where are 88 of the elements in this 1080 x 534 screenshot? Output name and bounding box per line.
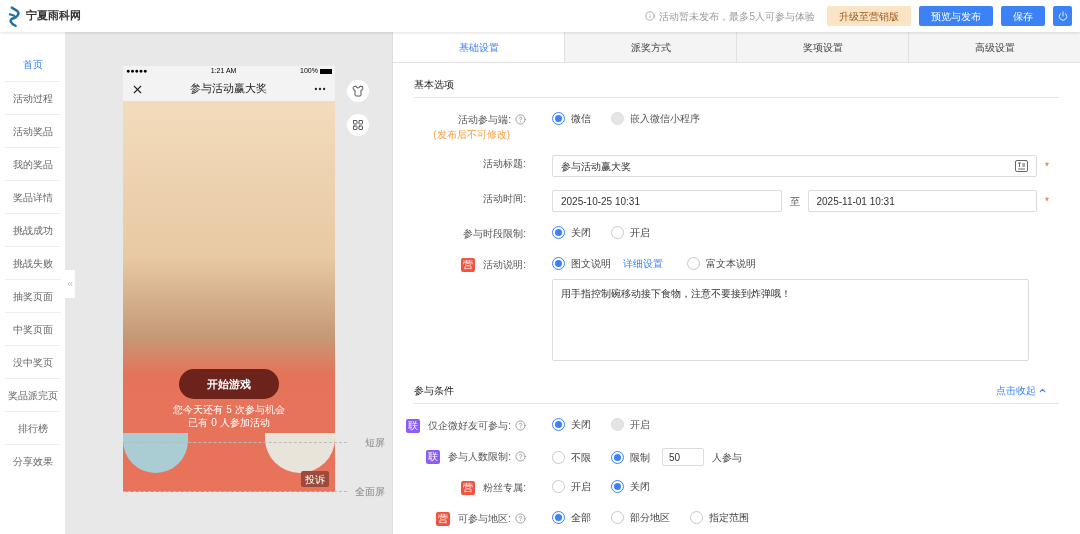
settings-tab[interactable]: 派奖方式 <box>564 32 736 62</box>
chances-text: 您今天还有 5 次参与机会 <box>172 403 286 417</box>
radio-option[interactable]: 关闭 <box>552 225 591 240</box>
bowl-drawing <box>265 433 335 473</box>
double-chevron-icon <box>66 280 74 288</box>
required-mark: * <box>1044 159 1050 174</box>
help-icon[interactable] <box>515 114 526 125</box>
logo-icon <box>8 5 22 27</box>
radio-option[interactable]: 限制 <box>611 449 650 465</box>
settings-tab[interactable]: 基础设置 <box>393 32 564 62</box>
field-label: 仅企微好友可参与: <box>428 419 511 433</box>
help-icon[interactable] <box>515 420 526 431</box>
radio-option[interactable]: 开启 <box>611 225 650 240</box>
end-date-input[interactable]: 2025-11-01 10:31 <box>807 190 1037 212</box>
text-format-icon[interactable] <box>1015 160 1028 172</box>
preview-title: 参与活动赢大奖 <box>190 81 267 97</box>
section-title: 参与条件 <box>414 384 454 398</box>
sidebar-item[interactable]: 排行榜 <box>4 411 61 444</box>
detail-settings-link[interactable]: 详细设置 <box>623 256 663 271</box>
badge-tag: 联 <box>426 449 441 464</box>
field-label: 活动时间: <box>483 192 526 206</box>
radio-option[interactable]: 微信 <box>552 111 591 126</box>
collapse-link[interactable]: 点击收起 <box>996 383 1047 398</box>
radio-option[interactable]: 富文本说明 <box>687 256 756 271</box>
logo-text: 宁夏雨科网 <box>26 7 81 24</box>
power-button[interactable] <box>1053 6 1072 26</box>
badge-tag: 营 <box>461 480 476 495</box>
header-button[interactable]: 预览与发布 <box>919 6 993 26</box>
radio-option[interactable]: 全部 <box>552 510 591 525</box>
start-date-input[interactable]: 2025-10-25 10:31 <box>552 190 782 212</box>
description-textarea[interactable]: 用手指控制碗移动接下食物，注意不要接到炸弹哦！ <box>552 279 1029 361</box>
field-label: 可参与地区: <box>458 512 511 526</box>
caret-up-icon <box>1038 386 1047 395</box>
settings-tab[interactable]: 奖项设置 <box>736 32 908 62</box>
start-game-button[interactable]: 开始游戏 <box>179 369 279 399</box>
sidebar-item[interactable]: 奖品详情 <box>4 180 61 213</box>
publish-notice: 活动暂未发布，最多5人可参与体验 <box>659 9 815 24</box>
screen-marker-label: 全面屏 <box>354 485 385 499</box>
settings-tab[interactable]: 高级设置 <box>908 32 1080 62</box>
radio-option[interactable]: 图文说明 <box>552 256 611 271</box>
participants-text: 已有 0 人参加活动 <box>187 416 271 430</box>
sidebar-item[interactable]: 挑战失败 <box>4 246 61 279</box>
radio-option[interactable]: 部分地区 <box>611 510 670 525</box>
field-label: 参与时段限制: <box>463 227 526 241</box>
sidebar-item[interactable]: 挑战成功 <box>4 213 61 246</box>
header-button[interactable]: 保存 <box>1001 6 1045 26</box>
radio-option[interactable]: 不限 <box>552 449 591 465</box>
title-input[interactable]: 参与活动赢大奖 <box>552 155 1037 177</box>
field-label: 活动说明: <box>483 258 526 272</box>
help-icon[interactable] <box>515 513 526 524</box>
suffix-text: 人参与 <box>712 450 742 465</box>
sidebar-item[interactable]: 首页 <box>4 48 61 81</box>
screen-marker-label: 短屏 <box>364 436 385 450</box>
sidebar-item[interactable]: 我的奖品 <box>4 147 61 180</box>
field-label: 参与人数限制: <box>448 450 511 464</box>
field-label: 粉丝专属: <box>483 481 526 495</box>
complaint-button[interactable]: 投诉 <box>301 471 329 487</box>
help-icon[interactable] <box>515 451 526 462</box>
sidebar-item[interactable]: 没中奖页 <box>4 345 61 378</box>
sidebar-item[interactable]: 分享效果 <box>4 444 61 477</box>
badge-tag: 联 <box>406 418 421 433</box>
count-input[interactable]: 50 <box>662 448 704 466</box>
shirt-icon <box>352 85 364 97</box>
sidebar-item[interactable]: 中奖页面 <box>4 312 61 345</box>
sidebar-item[interactable]: 奖品派完页 <box>4 378 61 411</box>
bowl-drawing <box>123 433 188 473</box>
radio-option[interactable]: 关闭 <box>611 479 650 494</box>
header-button[interactable]: 升级至营销版 <box>827 6 911 26</box>
field-label: 活动参与端: <box>458 113 511 127</box>
grid-button[interactable] <box>347 114 369 136</box>
badge-tag: 营 <box>461 257 476 272</box>
sidebar-item[interactable]: 活动过程 <box>4 81 61 114</box>
radio-option[interactable]: 指定范围 <box>690 510 749 525</box>
info-icon <box>645 11 656 21</box>
field-note: (发布后不可修改) <box>433 128 510 142</box>
radio-option[interactable]: 开启 <box>552 479 591 494</box>
power-icon <box>1057 11 1068 21</box>
grid-icon <box>352 119 364 131</box>
required-mark: * <box>1044 194 1050 209</box>
radio-option[interactable]: 关闭 <box>552 417 591 432</box>
collapse-tab[interactable] <box>65 270 75 298</box>
badge-tag: 营 <box>436 511 451 526</box>
section-title: 基本选项 <box>414 78 454 92</box>
theme-button[interactable] <box>347 80 369 102</box>
field-label: 活动标题: <box>483 157 526 171</box>
range-separator: 至 <box>788 194 801 209</box>
sidebar-item[interactable]: 抽奖页面 <box>4 279 61 312</box>
sidebar-item[interactable]: 活动奖品 <box>4 114 61 147</box>
